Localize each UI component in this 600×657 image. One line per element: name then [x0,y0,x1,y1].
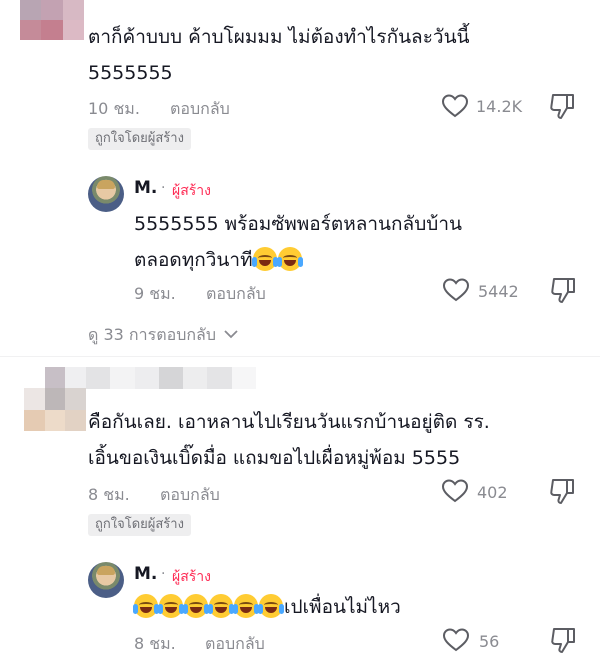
reply-button[interactable]: ตอบกลับ [206,282,266,307]
comment-time: 10 ชม. [88,99,140,118]
reply-time: 8 ชม. [134,634,176,653]
chevron-down-icon [224,330,238,339]
blurred-username [86,367,256,389]
reply-button[interactable]: ตอบกลับ [170,97,230,122]
face-with-tears-of-joy-emoji [183,594,209,618]
liked-by-creator-badge: ถูกใจโดยผู้สร้าง [88,514,191,536]
heart-outline-icon[interactable] [441,93,469,119]
creator-tag: ผู้สร้าง [172,183,211,199]
like-count: 56 [479,632,500,651]
heart-outline-icon[interactable] [442,277,470,303]
divider [0,356,600,357]
face-with-tears-of-joy-emoji [133,594,159,618]
separator-dot: · [161,566,166,582]
view-replies-label: ดู 33 การตอบกลับ [88,325,216,344]
thumbs-down-icon[interactable] [549,625,577,655]
creator-tag: ผู้สร้าง [172,569,211,585]
face-with-tears-of-joy-emoji [158,594,184,618]
reply-text: เปเพื่อนไม่ไหว [133,589,574,625]
heart-outline-icon[interactable] [442,627,470,653]
face-with-tears-of-joy-emoji [251,247,278,271]
blurred-avatar [20,0,84,40]
thumbs-down-icon[interactable] [548,476,576,506]
blurred-avatar [24,367,86,431]
avatar[interactable] [88,176,124,212]
like-count: 402 [477,483,508,502]
comment-text: ตาก็ค้าบบบ ค้าบโผมมม ไม่ต้องทำไรกันละวัน… [88,26,470,84]
separator-dot: · [161,180,166,196]
reply-author-name[interactable]: M. [134,178,157,198]
face-with-tears-of-joy-emoji [233,594,259,618]
comment-time: 8 ชม. [88,485,130,504]
view-replies-button[interactable]: ดู 33 การตอบกลับ [88,323,239,345]
like-count: 5442 [478,282,519,301]
face-with-tears-of-joy-emoji [208,594,234,618]
thumbs-down-icon[interactable] [548,91,576,121]
reply-author-name[interactable]: M. [134,564,157,584]
avatar[interactable] [88,562,124,598]
face-with-tears-of-joy-emoji [258,594,284,618]
liked-by-creator-badge: ถูกใจโดยผู้สร้าง [88,128,191,150]
like-count: 14.2K [476,97,523,116]
heart-outline-icon[interactable] [441,478,469,504]
face-with-tears-of-joy-emoji [276,247,303,271]
comment-text: คือกันเลย. เอาหลานไปเรียนวันแรกบ้านอยู่ต… [88,411,490,469]
reply-button[interactable]: ตอบกลับ [160,483,220,508]
reply-text: 5555555 พร้อมซัพพอร์ตหลานกลับบ้าน ตลอดทุ… [134,213,462,271]
reply-time: 9 ชม. [134,284,176,303]
reply-button[interactable]: ตอบกลับ [205,632,265,657]
thumbs-down-icon[interactable] [549,275,577,305]
